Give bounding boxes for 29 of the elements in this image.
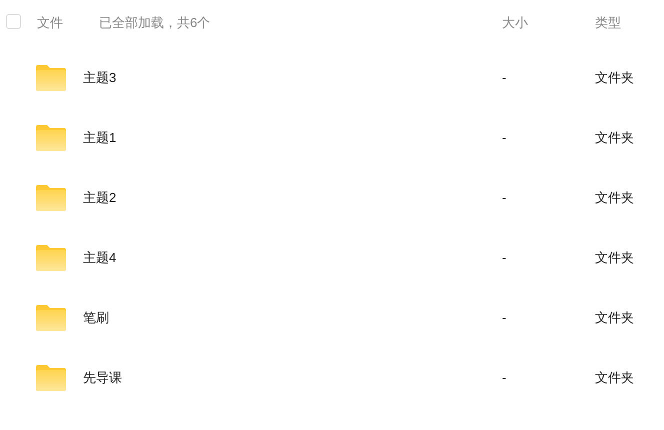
size-cell-text: - bbox=[502, 249, 508, 268]
select-all-checkbox[interactable] bbox=[6, 14, 21, 29]
size-cell-text: - bbox=[502, 129, 508, 148]
folder-name[interactable]: 主题2 bbox=[83, 188, 243, 208]
folder-name[interactable]: 主题4 bbox=[83, 248, 243, 268]
column-header[interactable]: 大小 bbox=[502, 13, 528, 32]
type-cell-text: 文件夹 bbox=[595, 69, 634, 88]
size-cell-text: - bbox=[502, 309, 508, 328]
size-cell-text: - bbox=[502, 189, 508, 208]
folder-icon bbox=[36, 65, 66, 91]
size-cell-text: - bbox=[502, 369, 508, 388]
folder-name[interactable]: 先导课 bbox=[83, 368, 243, 388]
folder-icon bbox=[36, 365, 66, 391]
type-cell-text: 文件夹 bbox=[595, 249, 634, 268]
folder-icon bbox=[36, 185, 66, 211]
folder-icon bbox=[36, 125, 66, 151]
type-cell-text: 文件夹 bbox=[595, 309, 634, 328]
column-header[interactable]: 类型 bbox=[595, 13, 621, 32]
size-cell-text: - bbox=[502, 69, 508, 88]
folder-name[interactable]: 笔刷 bbox=[83, 308, 243, 328]
folder-icon bbox=[36, 305, 66, 331]
folder-name[interactable]: 主题3 bbox=[83, 68, 243, 88]
load-status-text: 已全部加载，共6个 bbox=[99, 14, 210, 32]
type-cell-text: 文件夹 bbox=[595, 369, 634, 388]
column-header[interactable]: 文件 bbox=[37, 13, 63, 32]
type-cell-text: 文件夹 bbox=[595, 129, 634, 148]
folder-name[interactable]: 主题1 bbox=[83, 128, 243, 148]
type-cell-text: 文件夹 bbox=[595, 189, 634, 208]
folder-icon bbox=[36, 245, 66, 271]
